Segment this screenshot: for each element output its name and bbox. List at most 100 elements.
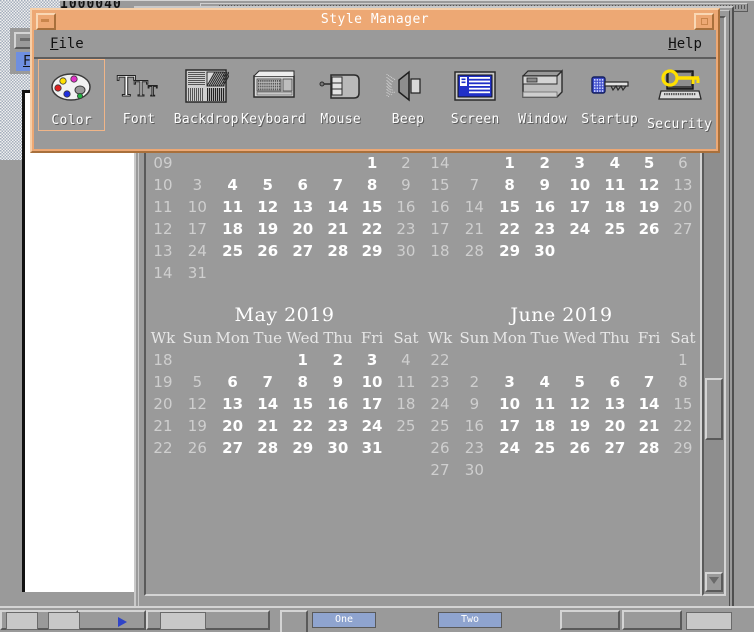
calendar-day-cell[interactable]: 8	[666, 371, 700, 393]
calendar-day-cell[interactable]	[527, 459, 562, 481]
panel-icon-files[interactable]	[48, 612, 80, 630]
calendar-day-cell[interactable]: 10	[355, 371, 389, 393]
workspace-button-one[interactable]: One	[312, 612, 376, 628]
calendar-day-cell[interactable]: 10	[562, 174, 597, 196]
calendar-day-cell[interactable]	[285, 262, 320, 284]
style-manager-titlebar[interactable]: Style Manager	[34, 12, 716, 30]
calendar-day-cell[interactable]: 21	[250, 415, 285, 437]
calendar-day-cell[interactable]: 15	[666, 393, 700, 415]
calendar-day-cell[interactable]: 17	[180, 218, 215, 240]
calendar-day-cell[interactable]: 21	[457, 218, 492, 240]
calendar-day-cell[interactable]: 17	[492, 415, 528, 437]
calendar-day-cell[interactable]: 2	[389, 152, 423, 174]
calendar-day-cell[interactable]: 5	[632, 152, 666, 174]
calendar-day-cell[interactable]: 28	[250, 437, 285, 459]
calendar-day-cell[interactable]: 18	[597, 196, 632, 218]
style-manager-window[interactable]: Style Manager File Help Color T T T Font Back…	[30, 8, 720, 153]
calendar-day-cell[interactable]: 11	[527, 393, 562, 415]
calendar-day-cell[interactable]: 8	[492, 174, 528, 196]
calendar-day-cell[interactable]: 14	[632, 393, 666, 415]
calendar-day-cell[interactable]	[250, 349, 285, 371]
calendar-day-cell[interactable]: 23	[389, 218, 423, 240]
calendar-day-cell[interactable]: 7	[632, 371, 666, 393]
calendar-day-cell[interactable]: 3	[355, 349, 389, 371]
calendar-day-cell[interactable]: 22	[355, 218, 389, 240]
calendar-day-cell[interactable]: 31	[355, 437, 389, 459]
calendar-day-cell[interactable]: 29	[666, 437, 700, 459]
calendar-day-cell[interactable]	[666, 240, 700, 262]
calendar-day-cell[interactable]: 8	[355, 174, 389, 196]
calendar-day-cell[interactable]: 1	[492, 152, 528, 174]
calendar-day-cell[interactable]	[180, 349, 215, 371]
calendar-day-cell[interactable]: 21	[632, 415, 666, 437]
calendar-day-cell[interactable]: 25	[389, 415, 423, 437]
calendar-day-cell[interactable]	[632, 459, 666, 481]
panel-minimize-tray[interactable]	[280, 610, 308, 632]
panel-cell-2[interactable]	[78, 610, 146, 630]
calendar-day-cell[interactable]: 16	[320, 393, 355, 415]
calendar-day-cell[interactable]: 11	[597, 174, 632, 196]
maximize-icon[interactable]	[694, 13, 714, 30]
tool-button-security[interactable]: Security	[643, 59, 716, 134]
calendar-day-cell[interactable]: 26	[250, 240, 285, 262]
tool-button-font[interactable]: T T T Font	[105, 59, 172, 129]
calendar-day-cell[interactable]: 2	[457, 371, 492, 393]
calendar-day-cell[interactable]: 2	[320, 349, 355, 371]
calendar-day-cell[interactable]: 24	[562, 218, 597, 240]
calendar-day-cell[interactable]: 6	[597, 371, 632, 393]
calendar-day-cell[interactable]: 4	[389, 349, 423, 371]
panel-cell-5[interactable]	[622, 610, 682, 630]
calendar-day-cell[interactable]: 16	[527, 196, 562, 218]
tool-button-screen[interactable]: Screen	[442, 59, 509, 129]
calendar-day-cell[interactable]: 6	[215, 371, 251, 393]
calendar-day-cell[interactable]: 19	[250, 218, 285, 240]
calendar-day-cell[interactable]: 15	[285, 393, 320, 415]
calendar-day-cell[interactable]: 2	[527, 152, 562, 174]
calendar-day-cell[interactable]: 30	[389, 240, 423, 262]
calendar-day-cell[interactable]: 1	[285, 349, 320, 371]
calendar-day-cell[interactable]: 8	[285, 371, 320, 393]
calendar-day-cell[interactable]: 23	[320, 415, 355, 437]
calendar-day-cell[interactable]: 9	[527, 174, 562, 196]
calendar-day-cell[interactable]	[180, 152, 215, 174]
calendar-day-cell[interactable]: 6	[666, 152, 700, 174]
calendar-day-cell[interactable]: 7	[250, 371, 285, 393]
calendar-day-cell[interactable]: 26	[180, 437, 215, 459]
calendar-day-cell[interactable]: 10	[180, 196, 215, 218]
scrollbar-thumb[interactable]	[705, 378, 723, 440]
calendar-day-cell[interactable]: 23	[527, 218, 562, 240]
calendar-day-cell[interactable]: 20	[215, 415, 251, 437]
calendar-day-cell[interactable]: 28	[320, 240, 355, 262]
calendar-day-cell[interactable]: 18	[389, 393, 423, 415]
calendar-day-cell[interactable]: 18	[215, 218, 251, 240]
calendar-day-cell[interactable]: 28	[457, 240, 492, 262]
calendar-day-cell[interactable]: 16	[457, 415, 492, 437]
calendar-day-cell[interactable]: 17	[355, 393, 389, 415]
calendar-day-cell[interactable]	[355, 262, 389, 284]
calendar-day-cell[interactable]: 7	[320, 174, 355, 196]
calendar-day-cell[interactable]	[527, 349, 562, 371]
calendar-day-cell[interactable]	[632, 240, 666, 262]
cde-front-panel[interactable]: One Two	[0, 606, 754, 632]
calendar-day-cell[interactable]: 26	[562, 437, 597, 459]
calendar-day-cell[interactable]: 15	[355, 196, 389, 218]
calendar-day-cell[interactable]: 24	[180, 240, 215, 262]
calendar-day-cell[interactable]: 6	[285, 174, 320, 196]
calendar-day-cell[interactable]: 5	[250, 174, 285, 196]
panel-icon-clock[interactable]	[6, 612, 38, 630]
calendar-day-cell[interactable]: 29	[492, 240, 528, 262]
calendar-day-cell[interactable]: 3	[180, 174, 215, 196]
calendar-day-cell[interactable]: 15	[492, 196, 528, 218]
calendar-day-cell[interactable]: 7	[457, 174, 492, 196]
calendar-day-cell[interactable]: 1	[666, 349, 700, 371]
calendar-day-cell[interactable]	[250, 152, 285, 174]
calendar-day-cell[interactable]: 27	[215, 437, 251, 459]
tool-button-color[interactable]: Color	[38, 59, 106, 131]
calendar-day-cell[interactable]: 31	[180, 262, 215, 284]
calendar-day-cell[interactable]: 27	[285, 240, 320, 262]
calendar-day-cell[interactable]: 13	[666, 174, 700, 196]
terminal-body[interactable]: $	[22, 90, 138, 592]
menu-file[interactable]: File	[50, 36, 84, 52]
tool-button-mouse[interactable]: Mouse	[307, 59, 374, 129]
tool-button-beep[interactable]: Beep	[374, 59, 441, 129]
